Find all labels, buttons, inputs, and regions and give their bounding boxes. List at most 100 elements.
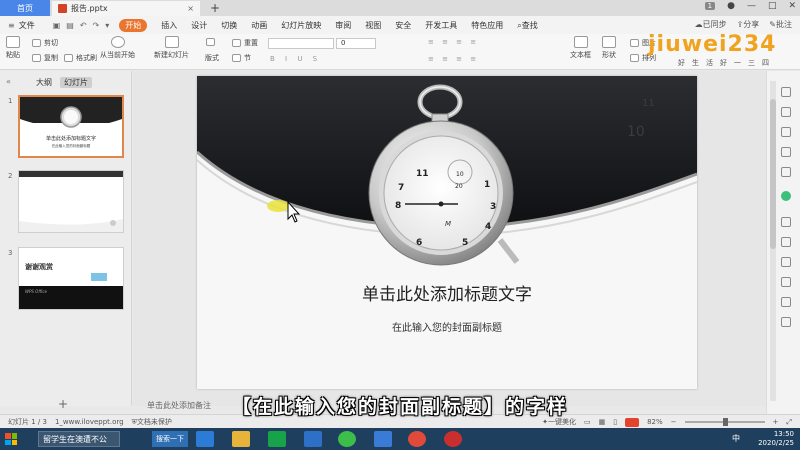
rail-design-icon[interactable] — [781, 277, 791, 287]
save-icon[interactable]: ▣ — [53, 21, 61, 30]
menu-special[interactable]: 特色应用 — [471, 20, 503, 31]
paste-button[interactable]: 粘贴 — [6, 36, 20, 60]
share-button[interactable]: ⇪分享 — [737, 19, 760, 30]
browser-360-icon[interactable] — [338, 431, 356, 447]
minimize-icon[interactable]: — — [747, 1, 756, 11]
menu-review[interactable]: 审阅 — [335, 20, 351, 31]
menu-developer[interactable]: 开发工具 — [425, 20, 457, 31]
rail-picture-icon[interactable] — [781, 237, 791, 247]
new-slide-button[interactable]: 新建幻灯片 — [154, 36, 189, 60]
rail-animation-icon[interactable] — [781, 147, 791, 157]
menu-search[interactable]: ⌕查找 — [517, 20, 537, 31]
play-slideshow-button[interactable] — [625, 417, 640, 427]
annotate-button[interactable]: ✎批注 — [769, 19, 792, 30]
scrollbar-thumb[interactable] — [770, 99, 776, 249]
folder-icon[interactable] — [232, 431, 250, 447]
menu-file[interactable]: 文件 — [19, 20, 35, 31]
format-painter-button[interactable]: 格式刷 — [64, 53, 97, 63]
rail-help-icon[interactable] — [781, 317, 791, 327]
close-tab-icon[interactable]: × — [187, 4, 194, 13]
font-style-buttons[interactable]: B I U S — [270, 55, 321, 63]
beautify-button[interactable]: ✦一键美化 — [542, 417, 576, 427]
notes-pane[interactable]: 单击此处添加备注 — [133, 400, 766, 414]
rail-select-icon[interactable] — [781, 107, 791, 117]
from-current-button[interactable]: 从当前开始 — [100, 36, 135, 60]
font-name-combo[interactable] — [268, 38, 334, 49]
align-buttons[interactable]: ≡ ≡ ≡ ≡ — [428, 55, 479, 63]
paragraph-buttons[interactable]: ≡ ≡ ≡ ≡ — [428, 38, 479, 46]
reset-button[interactable]: 重置 — [232, 38, 258, 48]
vertical-scrollbar[interactable] — [770, 81, 776, 401]
tab-outline[interactable]: 大纲 — [36, 77, 52, 88]
zoom-slider[interactable] — [684, 418, 765, 426]
rail-shape-icon[interactable] — [781, 127, 791, 137]
menu-view[interactable]: 视图 — [365, 20, 381, 31]
slide-thumbnail-3[interactable]: 谢谢观赏 WPS Office — [18, 247, 124, 310]
close-window-icon[interactable]: ✕ — [788, 1, 796, 11]
view-reading-icon[interactable]: ▯ — [613, 418, 617, 426]
rail-property-icon[interactable] — [781, 87, 791, 97]
taskbar-search-button[interactable]: 搜索一下 — [152, 431, 188, 447]
tab-home[interactable]: 首页 — [0, 0, 50, 16]
cloud-app-icon[interactable] — [304, 431, 322, 447]
rail-transition-icon[interactable] — [781, 167, 791, 177]
clipboard-icon — [6, 36, 20, 48]
menu-home[interactable]: 开始 — [119, 18, 148, 32]
menu-insert[interactable]: 插入 — [161, 20, 177, 31]
green-app-icon[interactable] — [268, 431, 286, 447]
tab-document[interactable]: 报告.pptx × — [52, 1, 200, 16]
slide-canvas[interactable]: 10 11 11 1 10 20 7 8 3 4 5 6 M 单击此处添加标题文… — [197, 76, 697, 389]
taskbar-window-browser[interactable]: 留学生在澳遭不公 — [38, 431, 120, 447]
menu-security[interactable]: 安全 — [395, 20, 411, 31]
chrome-icon[interactable] — [408, 431, 426, 447]
ie-icon[interactable] — [196, 431, 214, 447]
rail-layout-icon[interactable] — [781, 257, 791, 267]
collapse-panel-icon[interactable]: « — [6, 77, 11, 86]
menu-slideshow[interactable]: 幻灯片放映 — [281, 20, 321, 31]
menu-animation[interactable]: 动画 — [251, 20, 267, 31]
view-sorter-icon[interactable]: ▦ — [599, 418, 606, 426]
slide-thumbnail-1[interactable]: 单击此处添加标题文字 在此输入您的封面副标题 — [18, 95, 124, 158]
zoom-level[interactable]: 82% — [647, 418, 663, 426]
print-icon[interactable]: ▤ — [66, 21, 74, 30]
sync-button[interactable]: ☁已同步 — [695, 19, 727, 30]
menu-design[interactable]: 设计 — [191, 20, 207, 31]
redo-icon[interactable]: ↷ — [93, 21, 100, 30]
zoom-out-icon[interactable]: − — [671, 418, 677, 426]
section-button[interactable]: 节 — [232, 53, 251, 63]
slide-thumbnail-2[interactable] — [18, 170, 124, 233]
shape-button[interactable]: 形状 — [602, 36, 616, 60]
undo-icon[interactable]: ↶ — [80, 21, 87, 30]
zoom-slider-knob[interactable] — [722, 418, 728, 426]
new-tab-button[interactable]: + — [210, 0, 220, 16]
rail-format-icon[interactable] — [781, 217, 791, 227]
tray-date[interactable]: 2020/2/25 — [758, 439, 794, 448]
start-button[interactable] — [0, 428, 22, 450]
more-icon[interactable]: ▾ — [105, 21, 109, 30]
slide-title-placeholder[interactable]: 单击此处添加标题文字 — [197, 280, 697, 305]
wps-writer-icon[interactable] — [374, 431, 392, 447]
notification-badge[interactable]: 1 — [704, 2, 716, 10]
hamburger-icon[interactable]: ≡ — [8, 21, 15, 30]
protect-status[interactable]: ⛨文档未保护 — [132, 417, 172, 427]
zoom-in-icon[interactable]: + — [773, 418, 779, 426]
layout-label-button[interactable]: 版式 — [205, 53, 219, 63]
view-normal-icon[interactable]: ▭ — [584, 418, 591, 426]
tray-time[interactable]: 13:50 — [758, 430, 794, 439]
cut-button[interactable]: 剪切 — [32, 38, 58, 48]
fit-window-icon[interactable]: ⤢ — [786, 418, 792, 427]
font-size-combo[interactable]: 0 — [336, 38, 376, 49]
tab-slides[interactable]: 幻灯片 — [60, 77, 92, 88]
rail-add-icon[interactable] — [781, 191, 791, 201]
layout-button[interactable] — [206, 38, 215, 46]
recorder-icon[interactable] — [444, 431, 462, 447]
avatar-icon[interactable]: ● — [727, 1, 735, 11]
add-slide-button[interactable]: + — [58, 397, 68, 411]
maximize-icon[interactable]: □ — [768, 1, 777, 11]
menu-transition[interactable]: 切换 — [221, 20, 237, 31]
copy-button[interactable]: 复制 — [32, 53, 58, 63]
textbox-button[interactable]: 文本框 — [570, 36, 591, 60]
slide-subtitle-placeholder[interactable]: 在此输入您的封面副标题 — [197, 319, 697, 334]
tray-lang[interactable]: 中 — [732, 433, 740, 444]
rail-backup-icon[interactable] — [781, 297, 791, 307]
